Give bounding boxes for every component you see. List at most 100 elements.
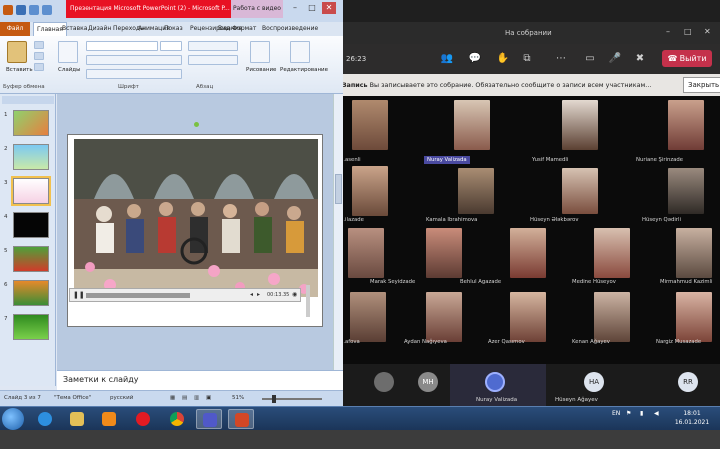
tab-format[interactable]: Формат <box>232 25 256 32</box>
maximize-icon[interactable]: □ <box>305 2 319 14</box>
drawing-icon[interactable] <box>250 41 270 63</box>
close-icon[interactable]: ✕ <box>322 2 336 14</box>
close-icon[interactable]: ✕ <box>704 27 711 36</box>
undo-icon[interactable] <box>29 5 39 15</box>
tab-insert[interactable]: Вставка <box>62 25 87 32</box>
breakout-rooms-icon[interactable]: ⧉ <box>520 52 534 66</box>
scrollbar-thumb[interactable] <box>335 174 342 204</box>
recording-message: Вы записываете это собрание. Обязательно… <box>369 81 652 89</box>
input-language[interactable]: EN <box>612 410 620 417</box>
paste-icon[interactable] <box>7 41 27 63</box>
taskbar-chrome[interactable] <box>164 409 190 429</box>
slide-thumbnail-selected[interactable] <box>11 176 51 206</box>
microphone-icon[interactable]: 🎤 <box>608 52 622 66</box>
slide-thumbnail[interactable] <box>13 280 49 306</box>
seek-forward-icon[interactable]: ▸ <box>257 291 260 298</box>
zoom-slider-knob[interactable] <box>272 395 276 403</box>
copy-icon[interactable] <box>34 52 44 60</box>
avatar[interactable] <box>374 372 394 392</box>
playback-progress[interactable] <box>86 293 190 298</box>
new-slide-icon[interactable] <box>58 41 78 63</box>
tab-playback[interactable]: Воспроизведение <box>262 25 318 32</box>
view-reading-icon[interactable]: ▥ <box>194 395 199 401</box>
tab-view[interactable]: Вид <box>218 25 230 32</box>
document-title: Презентация Microsoft PowerPoint (2) - M… <box>66 0 231 18</box>
minimize-icon[interactable]: – <box>666 27 670 36</box>
zoom-slider[interactable] <box>262 398 322 400</box>
taskbar-teams[interactable] <box>196 409 222 429</box>
slide-thumbnail[interactable] <box>13 246 49 272</box>
context-tab-video-tools[interactable]: Работа с видео <box>231 0 283 18</box>
network-icon[interactable]: ▮ <box>640 410 643 417</box>
participants-icon[interactable]: 👥 <box>440 52 454 66</box>
tab-file[interactable]: Файл <box>0 22 30 36</box>
font-size-select[interactable] <box>160 41 182 51</box>
avatar[interactable]: HA <box>584 372 604 392</box>
taskbar-ie[interactable] <box>32 409 58 429</box>
start-button[interactable] <box>2 408 24 430</box>
font-color-buttons[interactable] <box>86 69 182 79</box>
taskbar-explorer[interactable] <box>64 409 90 429</box>
list-buttons[interactable] <box>188 41 238 51</box>
avatar[interactable]: MH <box>418 372 438 392</box>
minimize-icon[interactable]: – <box>288 2 302 14</box>
camera-icon[interactable]: ▭ <box>583 52 597 66</box>
reactions-icon[interactable]: ✋ <box>496 52 510 66</box>
avatar[interactable]: RR <box>678 372 698 392</box>
maximize-icon[interactable]: □ <box>684 27 692 36</box>
pane-tabs[interactable] <box>2 96 54 104</box>
align-buttons[interactable] <box>188 55 238 65</box>
taskbar-media[interactable] <box>96 409 122 429</box>
editing-icon[interactable] <box>290 41 310 63</box>
pause-icon[interactable]: ❚❚ <box>73 291 85 299</box>
format-painter-icon[interactable] <box>34 63 44 71</box>
teams-meeting-window: На собрании – □ ✕ 26:23 👥 💬 ✋ ⧉ ⋯ ▭ 🎤 ✖ … <box>340 22 720 406</box>
taskbar-clock[interactable]: 18:01 16.01.2021 <box>670 409 714 427</box>
avatar[interactable] <box>485 372 505 392</box>
save-icon[interactable] <box>16 5 26 15</box>
redo-icon[interactable] <box>42 5 52 15</box>
seek-back-icon[interactable]: ◂ <box>250 291 253 298</box>
chat-icon[interactable]: 💬 <box>468 52 482 66</box>
participant-video <box>676 228 712 278</box>
participant-video <box>352 166 388 216</box>
share-screen-icon[interactable]: ✖ <box>633 52 647 66</box>
tab-design[interactable]: Дизайн <box>88 25 111 32</box>
zoom-level[interactable]: 51% <box>232 395 244 401</box>
ribbon-tabs: Файл Главная Вставка Дизайн Переходы Ани… <box>0 22 343 36</box>
participant-name: Kamala Ibrahimova <box>426 217 478 223</box>
cut-icon[interactable] <box>34 41 44 49</box>
notes-pane[interactable]: Заметки к слайду <box>57 370 343 390</box>
participant-strip: MH Nuray Valizada HA Hüseyn Ağayev RR <box>340 364 720 406</box>
font-name-select[interactable] <box>86 41 158 51</box>
more-actions-icon[interactable]: ⋯ <box>554 52 568 66</box>
taskbar-opera[interactable] <box>130 409 156 429</box>
participant-name: Marak Seyidzade <box>370 279 416 285</box>
tab-slideshow[interactable]: Показ <box>164 25 183 32</box>
teams-icon <box>203 413 217 427</box>
recording-close-button[interactable]: Закрыть <box>683 77 720 93</box>
participant-name: ...asenli <box>340 157 361 163</box>
tray-flag-icon[interactable]: ⚑ <box>626 410 631 417</box>
volume-icon[interactable]: ◀ <box>654 410 659 417</box>
view-normal-icon[interactable]: ▦ <box>170 395 175 401</box>
volume-icon[interactable]: ◉ <box>292 291 297 298</box>
slide-thumbnail[interactable] <box>13 144 49 170</box>
view-slideshow-icon[interactable]: ▣ <box>206 395 211 401</box>
rotate-handle[interactable] <box>194 122 199 127</box>
video-grid: ...asenli Nuray Valizada Yusif Mamedli N… <box>340 96 720 370</box>
leave-button[interactable]: ☎ Выйти <box>662 50 712 67</box>
slide-thumbnail[interactable] <box>13 110 49 136</box>
vertical-scrollbar[interactable] <box>333 94 343 370</box>
video-frame[interactable] <box>74 139 318 297</box>
participant-name: Hüseyn Qədirli <box>642 217 681 223</box>
slide-thumbnail[interactable] <box>13 314 49 340</box>
taskbar-powerpoint[interactable] <box>228 409 254 429</box>
font-format-buttons[interactable] <box>86 55 182 65</box>
notes-placeholder: Заметки к слайду <box>63 375 139 384</box>
volume-slider[interactable] <box>306 285 310 317</box>
status-bar: Слайд 3 из 7 "Тема Office" русский ▦ ▤ ▥… <box>0 390 343 406</box>
language-indicator[interactable]: русский <box>110 395 133 401</box>
slide-thumbnail[interactable] <box>13 212 49 238</box>
view-sorter-icon[interactable]: ▤ <box>182 395 187 401</box>
